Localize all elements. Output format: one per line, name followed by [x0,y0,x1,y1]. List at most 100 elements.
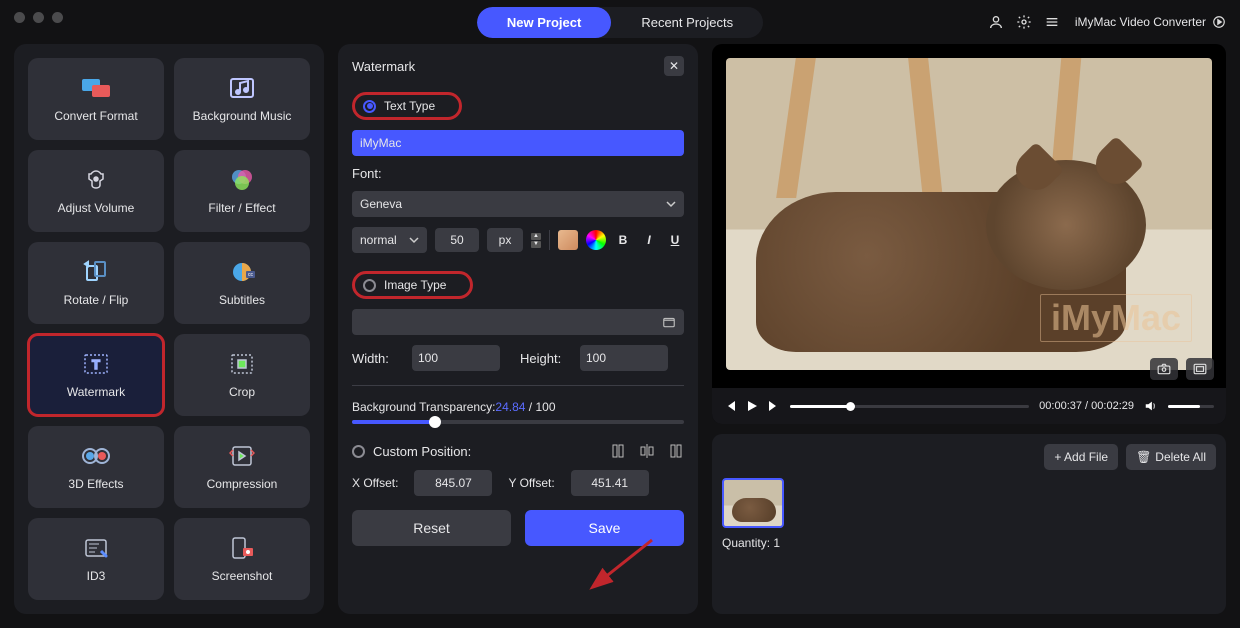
svg-text:cc: cc [248,272,254,278]
tool-3d-effects[interactable]: 3D Effects [28,426,164,508]
file-thumbnail[interactable] [722,478,784,528]
tool-filter-effect[interactable]: Filter / Effect [174,150,310,232]
volume-icon[interactable] [1144,399,1158,413]
custom-position-radio[interactable] [352,445,365,458]
image-type-radio[interactable] [363,279,376,292]
close-panel-button[interactable]: ✕ [664,56,684,76]
save-button[interactable]: Save [525,510,684,546]
font-style-select[interactable]: normal [352,227,427,253]
x-offset-input[interactable] [414,470,492,496]
reset-button[interactable]: Reset [352,510,511,546]
next-button[interactable] [768,400,780,412]
account-icon[interactable] [987,13,1005,31]
transparency-section: Background Transparency:24.84 / 100 [352,400,684,424]
tool-adjust-volume[interactable]: Adjust Volume [28,150,164,232]
tool-sidebar: Convert FormatBackground MusicAdjust Vol… [14,44,324,614]
volume-slider[interactable] [1168,405,1214,408]
y-offset-input[interactable] [571,470,649,496]
background-music-icon [227,75,257,101]
chevron-down-icon [666,199,676,209]
play-circle-icon [1212,15,1226,29]
time-display: 00:00:37 / 00:02:29 [1039,400,1134,412]
width-input[interactable] [412,345,500,371]
italic-button[interactable]: I [640,233,658,247]
image-path-input[interactable] [352,309,684,335]
tool-convert-format[interactable]: Convert Format [28,58,164,140]
color-picker-icon[interactable] [586,230,606,250]
tool-watermark[interactable]: TWatermark [28,334,164,416]
snapshot-button[interactable] [1150,358,1178,380]
image-type-radio-highlight: Image Type [352,271,473,299]
delete-all-button[interactable]: 🗑 Delete All [1126,444,1216,470]
top-nav: New Project Recent Projects [477,7,763,38]
tool-subtitles[interactable]: ccSubtitles [174,242,310,324]
quantity-label: Quantity: 1 [722,536,1216,550]
player-controls: 00:00:37 / 00:02:29 [712,388,1226,424]
width-label: Width: [352,351,402,366]
menu-icon[interactable] [1043,13,1061,31]
font-label: Font: [352,166,684,181]
files-area: + Add File 🗑 Delete All Quantity: 1 [712,434,1226,614]
watermark-text-input[interactable] [352,130,684,156]
tool-compression[interactable]: Compression [174,426,310,508]
prev-button[interactable] [724,400,736,412]
tab-new-project[interactable]: New Project [477,7,611,38]
id3-icon [81,535,111,561]
color-swatch[interactable] [558,230,578,250]
font-unit: px [487,228,523,252]
tool-screenshot[interactable]: Screenshot [174,518,310,600]
crop-icon [227,351,257,377]
text-type-radio[interactable] [363,100,376,113]
underline-button[interactable]: U [666,233,684,247]
font-size-stepper[interactable]: ▲▼ [531,233,541,248]
fullscreen-button[interactable] [1186,358,1214,380]
height-label: Height: [520,351,570,366]
align-left-icon[interactable] [610,442,628,460]
play-button[interactable] [746,400,758,412]
chevron-down-icon [409,235,419,245]
align-right-icon[interactable] [666,442,684,460]
text-type-radio-highlight: Text Type [352,92,462,120]
tool-background-music[interactable]: Background Music [174,58,310,140]
convert-format-icon [81,75,111,101]
subtitles-icon: cc [227,259,257,285]
trash-icon: 🗑 [1136,450,1151,464]
height-input[interactable] [580,345,668,371]
tool-crop[interactable]: Crop [174,334,310,416]
x-offset-label: X Offset: [352,476,398,490]
3d-effects-icon [81,443,111,469]
transparency-value: 24.84 [495,400,525,414]
watermark-settings-panel: Watermark ✕ Text Type Font: Geneva norma… [338,44,698,614]
rotate-flip-icon [81,259,111,285]
filter-effect-icon [227,167,257,193]
font-family-select[interactable]: Geneva [352,191,684,217]
tool-id3[interactable]: ID3 [28,518,164,600]
font-size-input[interactable]: 50 [435,228,479,252]
tool-rotate-flip[interactable]: Rotate / Flip [28,242,164,324]
progress-bar[interactable] [790,405,1029,408]
transparency-label: Background Transparency: [352,400,495,414]
bold-button[interactable]: B [614,233,632,247]
text-type-label: Text Type [384,99,435,113]
transparency-slider[interactable] [352,420,684,424]
tab-recent-projects[interactable]: Recent Projects [611,7,763,38]
add-file-button[interactable]: + Add File [1044,444,1118,470]
app-name: iMyMac Video Converter [1075,15,1226,29]
y-offset-label: Y Offset: [508,476,554,490]
align-center-icon[interactable] [638,442,656,460]
settings-icon[interactable] [1015,13,1033,31]
adjust-volume-icon [81,167,111,193]
screenshot-icon [227,535,257,561]
folder-icon [662,315,676,329]
video-preview: iMyMac 00:00:37 / 00:02:29 [712,44,1226,424]
watermark-icon: T [81,351,111,377]
custom-position-label: Custom Position: [373,444,471,459]
panel-title: Watermark [352,59,415,74]
watermark-preview-text: iMyMac [1040,294,1192,342]
image-type-label: Image Type [384,278,446,292]
compression-icon [227,443,257,469]
svg-text:T: T [92,357,100,372]
top-right-controls: iMyMac Video Converter [987,0,1226,44]
top-bar: New Project Recent Projects iMyMac Video… [0,0,1240,44]
annotation-arrow [582,538,654,598]
